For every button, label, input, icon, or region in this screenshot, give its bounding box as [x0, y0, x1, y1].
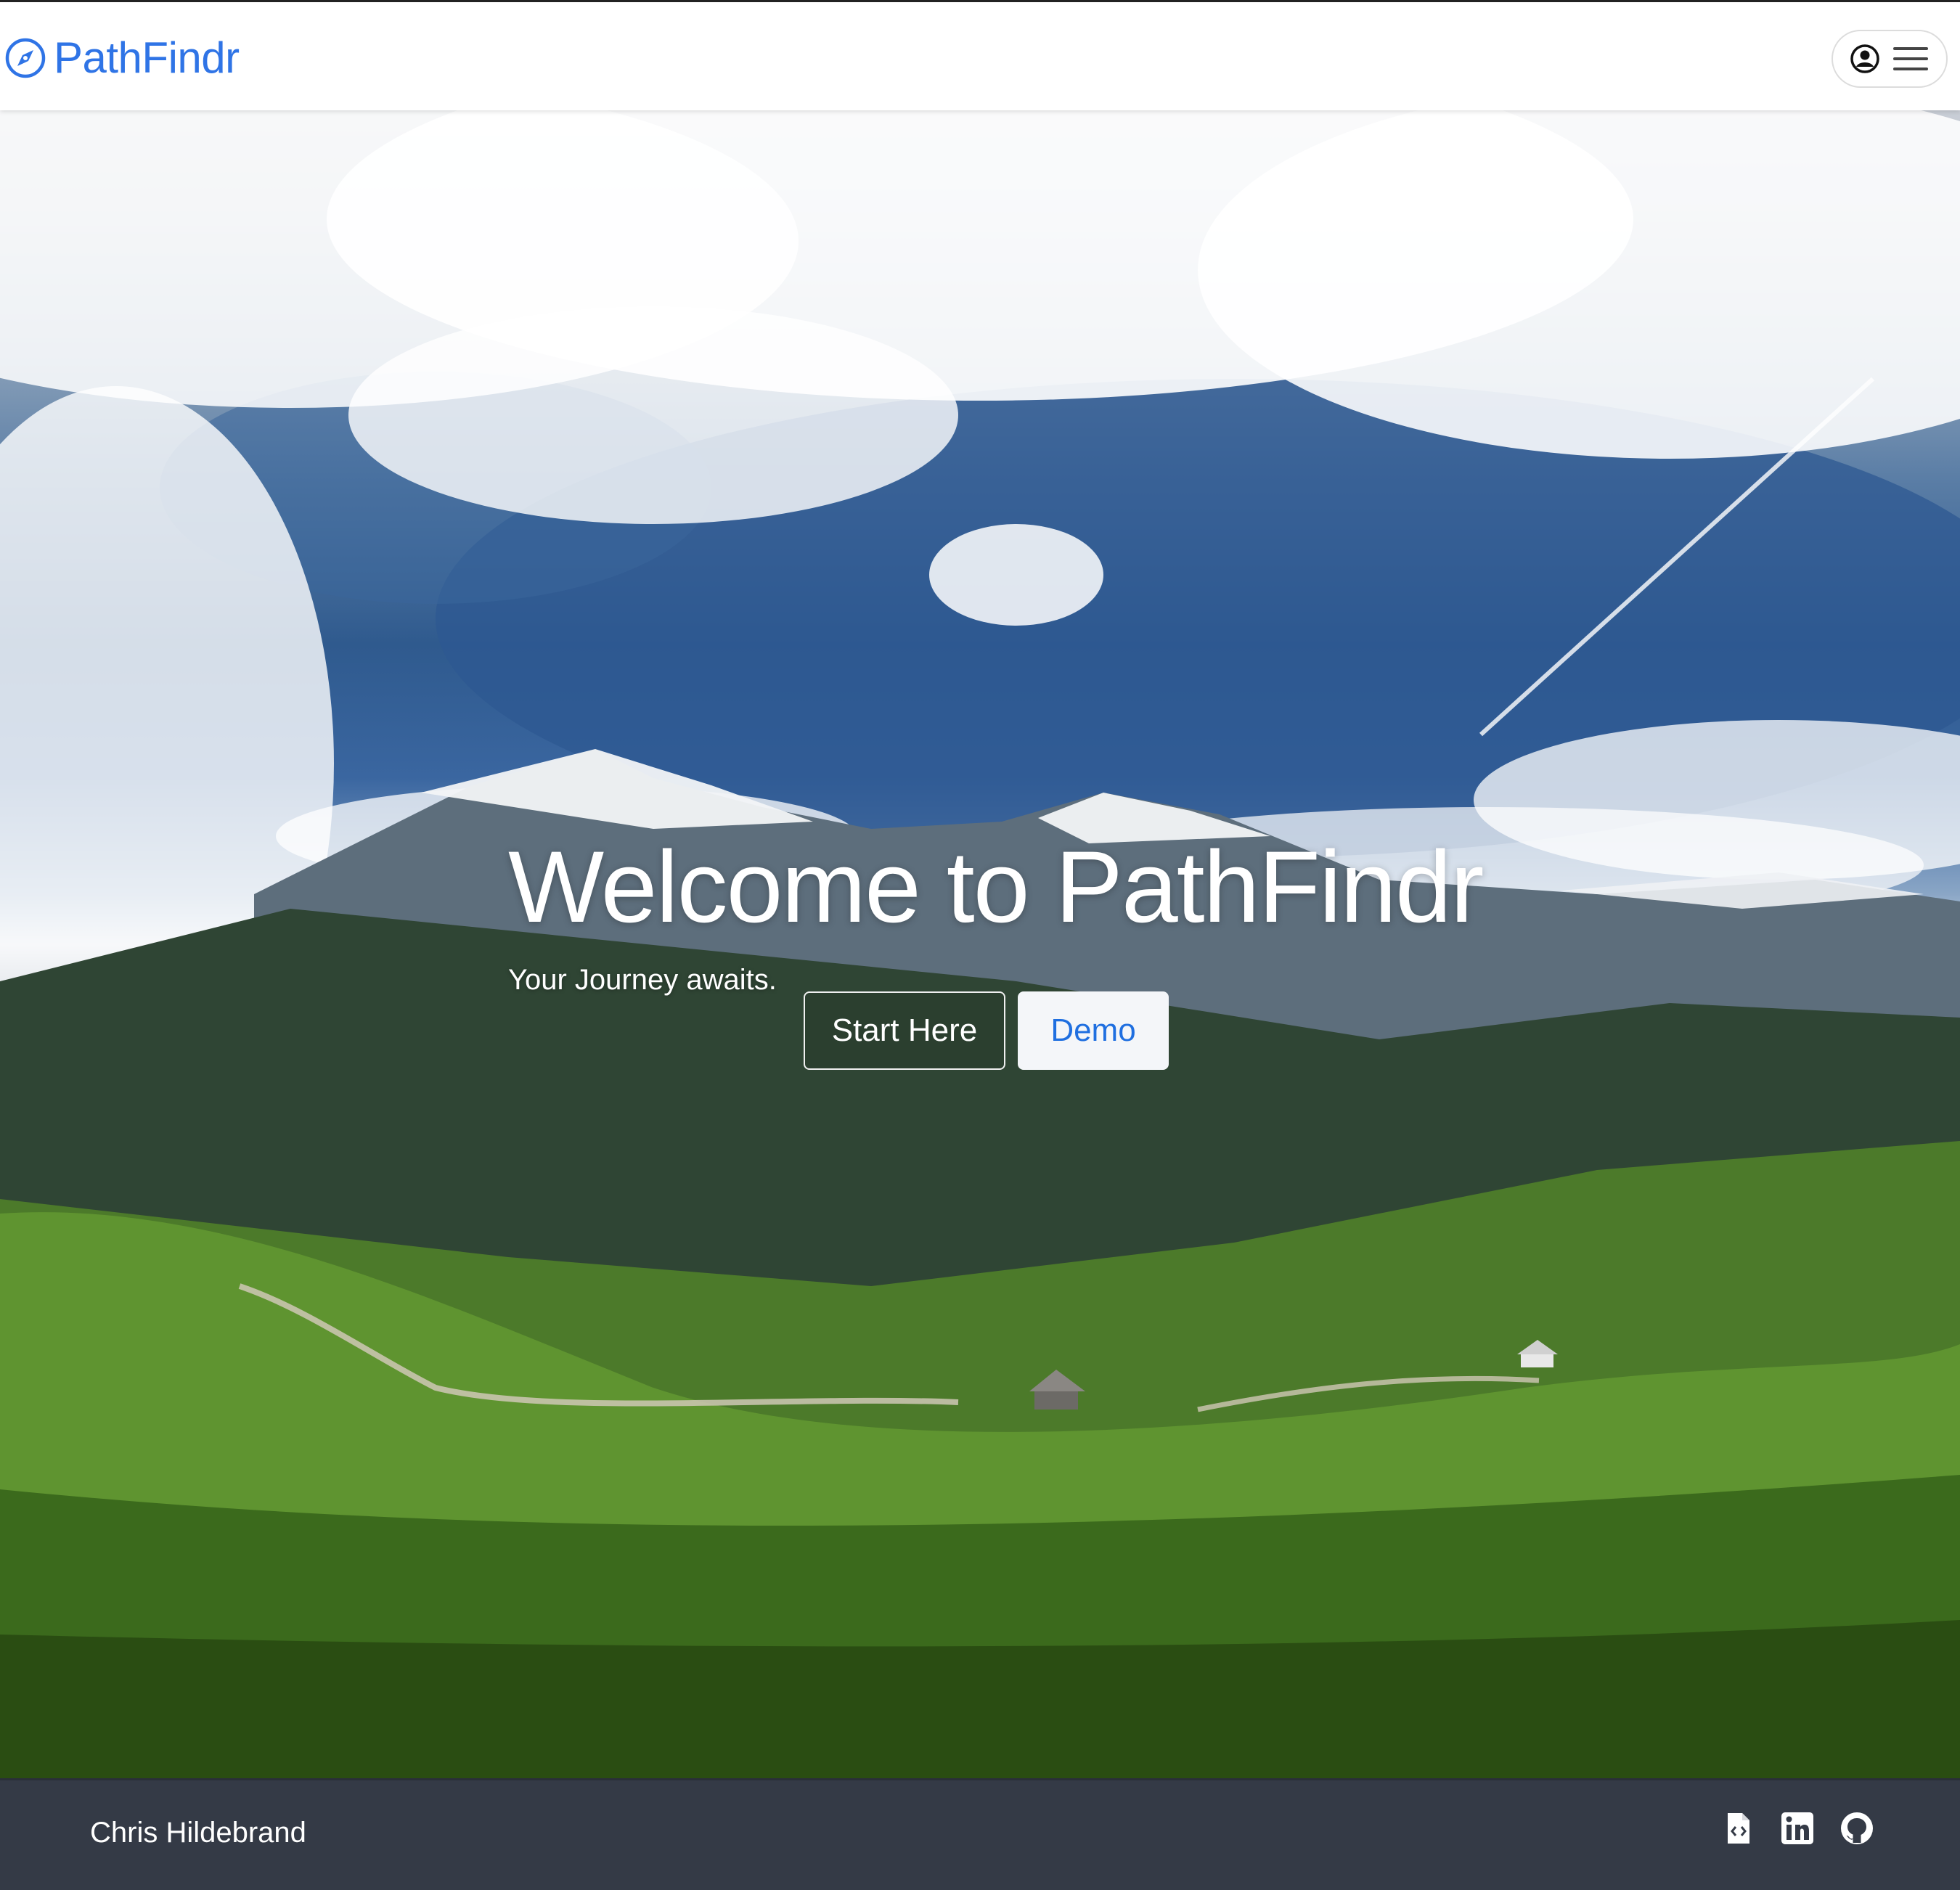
- linkedin-icon[interactable]: [1780, 1811, 1815, 1846]
- file-code-icon[interactable]: [1720, 1811, 1755, 1846]
- page: PathFindr Welcome to PathFindr Your Jour…: [0, 0, 1960, 1890]
- hero-buttons: Start Here Demo: [804, 991, 1169, 1070]
- hero-title: Welcome to PathFindr: [508, 830, 1484, 944]
- footer: Chris Hildebrand: [0, 1778, 1960, 1890]
- hero-content: Welcome to PathFindr Your Journey awaits…: [508, 836, 1597, 997]
- demo-button[interactable]: Demo: [1018, 991, 1169, 1070]
- github-icon[interactable]: [1839, 1811, 1874, 1846]
- footer-author: Chris Hildebrand: [90, 1817, 306, 1849]
- compass-icon: [5, 38, 46, 78]
- footer-social-links: [1720, 1811, 1874, 1846]
- brand-name: PathFindr: [54, 33, 240, 82]
- navbar: PathFindr: [0, 0, 1960, 110]
- user-menu-button[interactable]: [1832, 30, 1948, 88]
- user-circle-icon: [1850, 44, 1879, 73]
- hamburger-menu-icon: [1893, 47, 1928, 70]
- hero-section: Welcome to PathFindr Your Journey awaits…: [0, 110, 1960, 1778]
- start-here-button[interactable]: Start Here: [804, 991, 1005, 1070]
- brand-link[interactable]: PathFindr: [4, 33, 240, 83]
